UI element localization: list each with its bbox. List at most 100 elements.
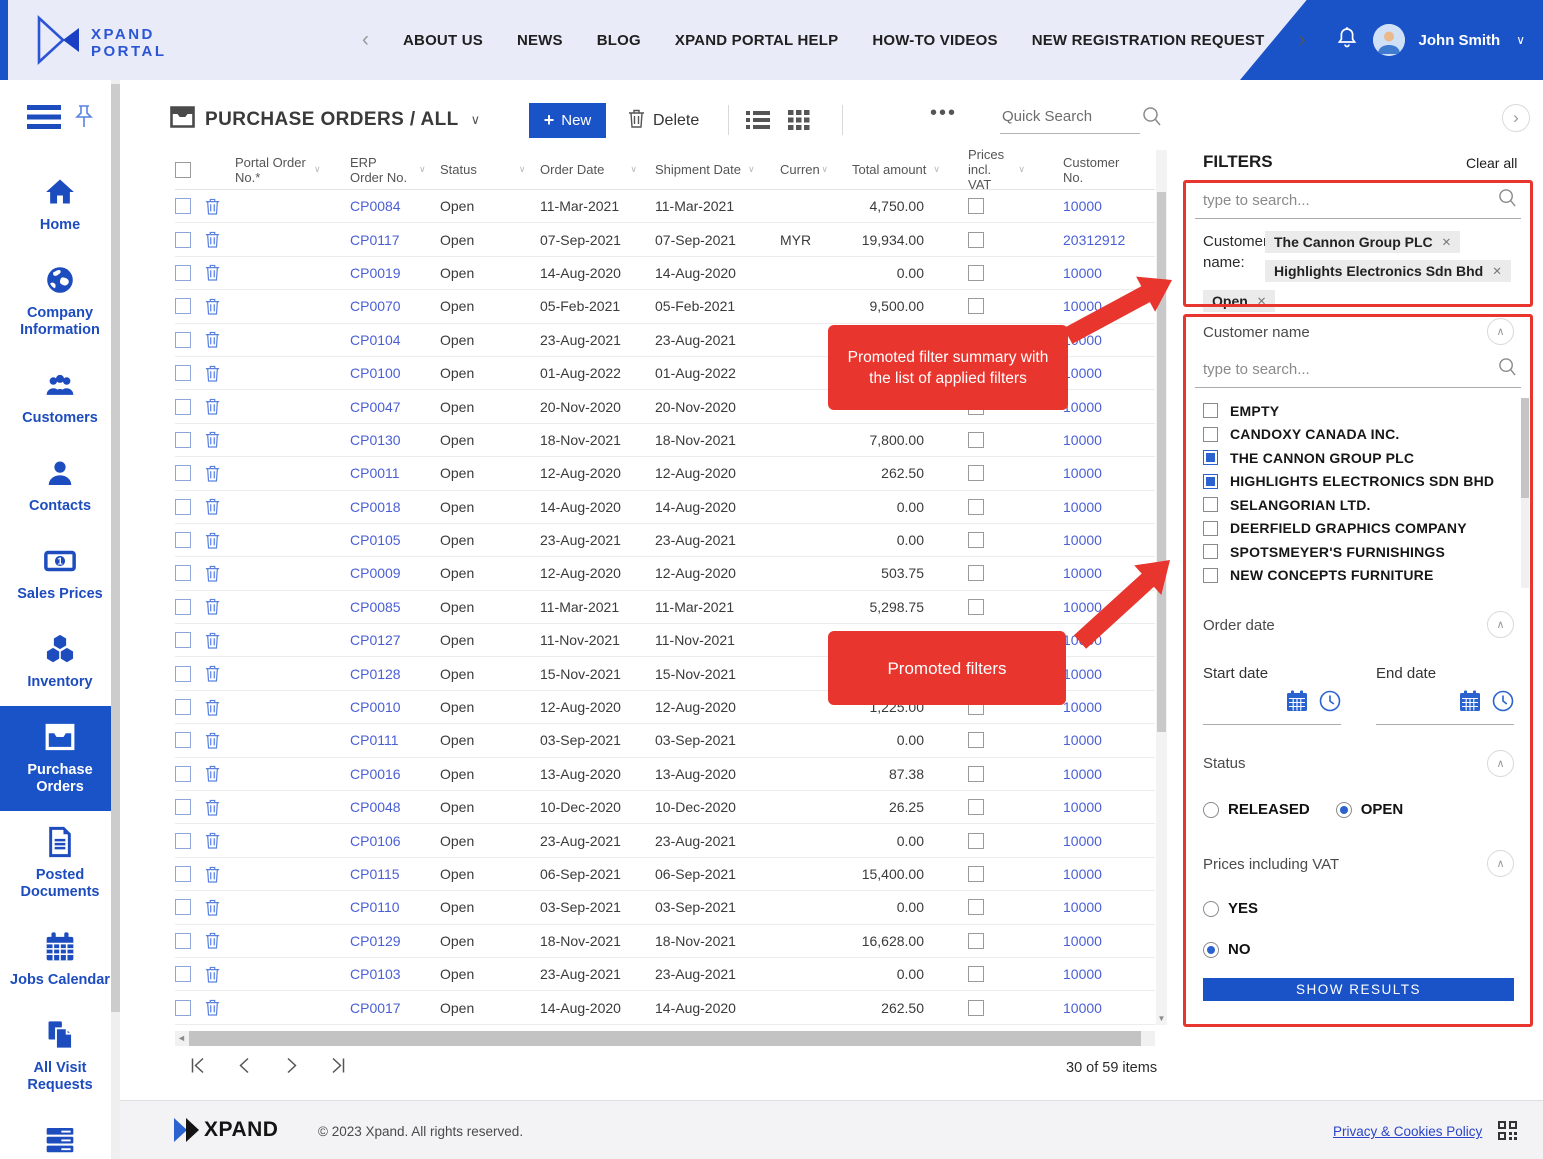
row-checkbox[interactable] <box>175 365 191 381</box>
customer-no-link[interactable]: 10000 <box>1063 766 1102 782</box>
customer-no-link[interactable]: 10000 <box>1063 599 1102 615</box>
sidebar-item-jobs-calendar[interactable]: Jobs Calendar <box>0 916 120 1004</box>
clock-icon[interactable] <box>1319 690 1341 717</box>
customer-no-link[interactable]: 10000 <box>1063 332 1102 348</box>
row-checkbox[interactable] <box>175 232 191 248</box>
table-row[interactable]: CP0085 Open 11-Mar-2021 11-Mar-2021 5,29… <box>175 591 1155 624</box>
erp-order-link[interactable]: CP0018 <box>350 499 401 515</box>
row-checkbox[interactable] <box>175 599 191 615</box>
vat-checkbox[interactable] <box>968 833 984 849</box>
table-row[interactable]: CP0018 Open 14-Aug-2020 14-Aug-2020 0.00… <box>175 491 1155 524</box>
table-row[interactable]: CP0019 Open 14-Aug-2020 14-Aug-2020 0.00… <box>175 257 1155 290</box>
sidebar-item-customers[interactable]: Customers <box>0 354 120 442</box>
erp-order-link[interactable]: CP0085 <box>350 599 401 615</box>
vat-checkbox[interactable] <box>968 966 984 982</box>
table-vertical-scrollbar[interactable]: ▼ <box>1156 150 1167 1025</box>
vat-checkbox[interactable] <box>968 799 984 815</box>
row-checkbox[interactable] <box>175 699 191 715</box>
prev-page-button[interactable] <box>235 1056 254 1075</box>
grid-view-icon[interactable] <box>788 110 810 135</box>
customer-filter-option-empty[interactable]: EMPTY <box>1203 399 1503 423</box>
vat-radio-no[interactable]: NO <box>1203 941 1258 958</box>
trash-icon[interactable] <box>205 765 220 782</box>
privacy-policy-link[interactable]: Privacy & Cookies Policy <box>1333 1124 1482 1139</box>
row-checkbox[interactable] <box>175 465 191 481</box>
start-date-field[interactable] <box>1203 690 1341 725</box>
customer-no-link[interactable]: 10000 <box>1063 833 1102 849</box>
table-row[interactable]: CP0016 Open 13-Aug-2020 13-Aug-2020 87.3… <box>175 758 1155 791</box>
col-order-date[interactable]: Order Date∨ <box>540 162 655 177</box>
row-checkbox[interactable] <box>175 666 191 682</box>
sidebar-item-sales-prices[interactable]: 1 Sales Prices <box>0 530 120 618</box>
vat-checkbox[interactable] <box>968 732 984 748</box>
nav-next-icon[interactable]: › <box>1299 28 1306 52</box>
row-checkbox[interactable] <box>175 933 191 949</box>
erp-order-link[interactable]: CP0110 <box>350 899 400 915</box>
col-status[interactable]: Status∨ <box>440 162 540 177</box>
erp-order-link[interactable]: CP0130 <box>350 432 401 448</box>
applied-filter-chip-the-cannon-group-plc[interactable]: The Cannon Group PLC ✕ <box>1265 231 1460 253</box>
quick-search-input[interactable] <box>1000 104 1140 134</box>
show-results-button[interactable]: SHOW RESULTS <box>1203 978 1514 1001</box>
panel-expand-button[interactable]: › <box>1502 104 1530 132</box>
search-icon[interactable] <box>1498 188 1517 213</box>
col-erp-order-no[interactable]: ERP Order No.∨ <box>350 155 440 185</box>
sidebar-item-home[interactable]: Home <box>0 161 120 249</box>
select-all-checkbox[interactable] <box>175 162 191 178</box>
vat-checkbox[interactable] <box>968 766 984 782</box>
pin-icon[interactable] <box>75 104 93 135</box>
col-customer-no[interactable]: Customer No. <box>1025 155 1130 185</box>
remove-chip-icon[interactable]: ✕ <box>1492 264 1502 278</box>
table-row[interactable]: CP0130 Open 18-Nov-2021 18-Nov-2021 7,80… <box>175 424 1155 457</box>
nav-item-new-registration-request[interactable]: NEW REGISTRATION REQUEST <box>1032 32 1265 49</box>
applied-filter-chip-open[interactable]: Open ✕ <box>1203 290 1275 312</box>
trash-icon[interactable] <box>205 598 220 615</box>
trash-icon[interactable] <box>205 565 220 582</box>
nav-item-xpand-portal-help[interactable]: XPAND PORTAL HELP <box>675 32 838 49</box>
qr-code-icon[interactable] <box>1498 1121 1517 1145</box>
more-options-icon[interactable]: ••• <box>930 102 957 125</box>
table-row[interactable]: CP0105 Open 23-Aug-2021 23-Aug-2021 0.00… <box>175 524 1155 557</box>
trash-icon[interactable] <box>205 866 220 883</box>
user-menu-chevron-icon[interactable]: ∨ <box>1516 33 1525 47</box>
erp-order-link[interactable]: CP0010 <box>350 699 401 715</box>
erp-order-link[interactable]: CP0127 <box>350 632 401 648</box>
customer-no-link[interactable]: 10000 <box>1063 899 1102 915</box>
vat-checkbox[interactable] <box>968 198 984 214</box>
nav-item-news[interactable]: NEWS <box>517 32 563 49</box>
sidebar-item-contacts[interactable]: Contacts <box>0 442 120 530</box>
erp-order-link[interactable]: CP0047 <box>350 399 401 415</box>
trash-icon[interactable] <box>205 331 220 348</box>
row-checkbox[interactable] <box>175 1000 191 1016</box>
erp-order-link[interactable]: CP0011 <box>350 465 400 481</box>
customer-no-link[interactable]: 10000 <box>1063 399 1102 415</box>
table-row[interactable]: CP0103 Open 23-Aug-2021 23-Aug-2021 0.00… <box>175 958 1155 991</box>
vat-checkbox[interactable] <box>968 532 984 548</box>
nav-item-blog[interactable]: BLOG <box>597 32 641 49</box>
customer-filter-option-selangorian-ltd[interactable]: SELANGORIAN LTD. <box>1203 493 1503 517</box>
trash-icon[interactable] <box>205 799 220 816</box>
trash-icon[interactable] <box>205 365 220 382</box>
calendar-icon[interactable] <box>1286 690 1308 717</box>
erp-order-link[interactable]: CP0100 <box>350 365 401 381</box>
table-row[interactable]: CP0011 Open 12-Aug-2020 12-Aug-2020 262.… <box>175 457 1155 490</box>
hamburger-menu-icon[interactable] <box>27 104 61 135</box>
customer-no-link[interactable]: 10000 <box>1063 265 1102 281</box>
sidebar-item-posted-documents[interactable]: Posted Documents <box>0 811 120 916</box>
vat-radio-yes[interactable]: YES <box>1203 900 1258 917</box>
erp-order-link[interactable]: CP0048 <box>350 799 401 815</box>
customer-no-link[interactable]: 10000 <box>1063 365 1102 381</box>
row-checkbox[interactable] <box>175 432 191 448</box>
row-checkbox[interactable] <box>175 399 191 415</box>
applied-filter-chip-highlights-electronics-sdn-bhd[interactable]: Highlights Electronics Sdn Bhd ✕ <box>1265 260 1511 282</box>
search-icon[interactable] <box>1142 106 1162 132</box>
erp-order-link[interactable]: CP0111 <box>350 732 399 748</box>
vat-checkbox[interactable] <box>968 298 984 314</box>
row-checkbox[interactable] <box>175 766 191 782</box>
customer-filter-option-spotsmeyer-s-furnishings[interactable]: SPOTSMEYER'S FURNISHINGS <box>1203 540 1503 564</box>
row-checkbox[interactable] <box>175 532 191 548</box>
view-selector-chevron-icon[interactable]: ∨ <box>471 112 481 128</box>
vat-checkbox[interactable] <box>968 933 984 949</box>
vat-checkbox[interactable] <box>968 599 984 615</box>
table-row[interactable]: CP0129 Open 18-Nov-2021 18-Nov-2021 16,6… <box>175 925 1155 958</box>
